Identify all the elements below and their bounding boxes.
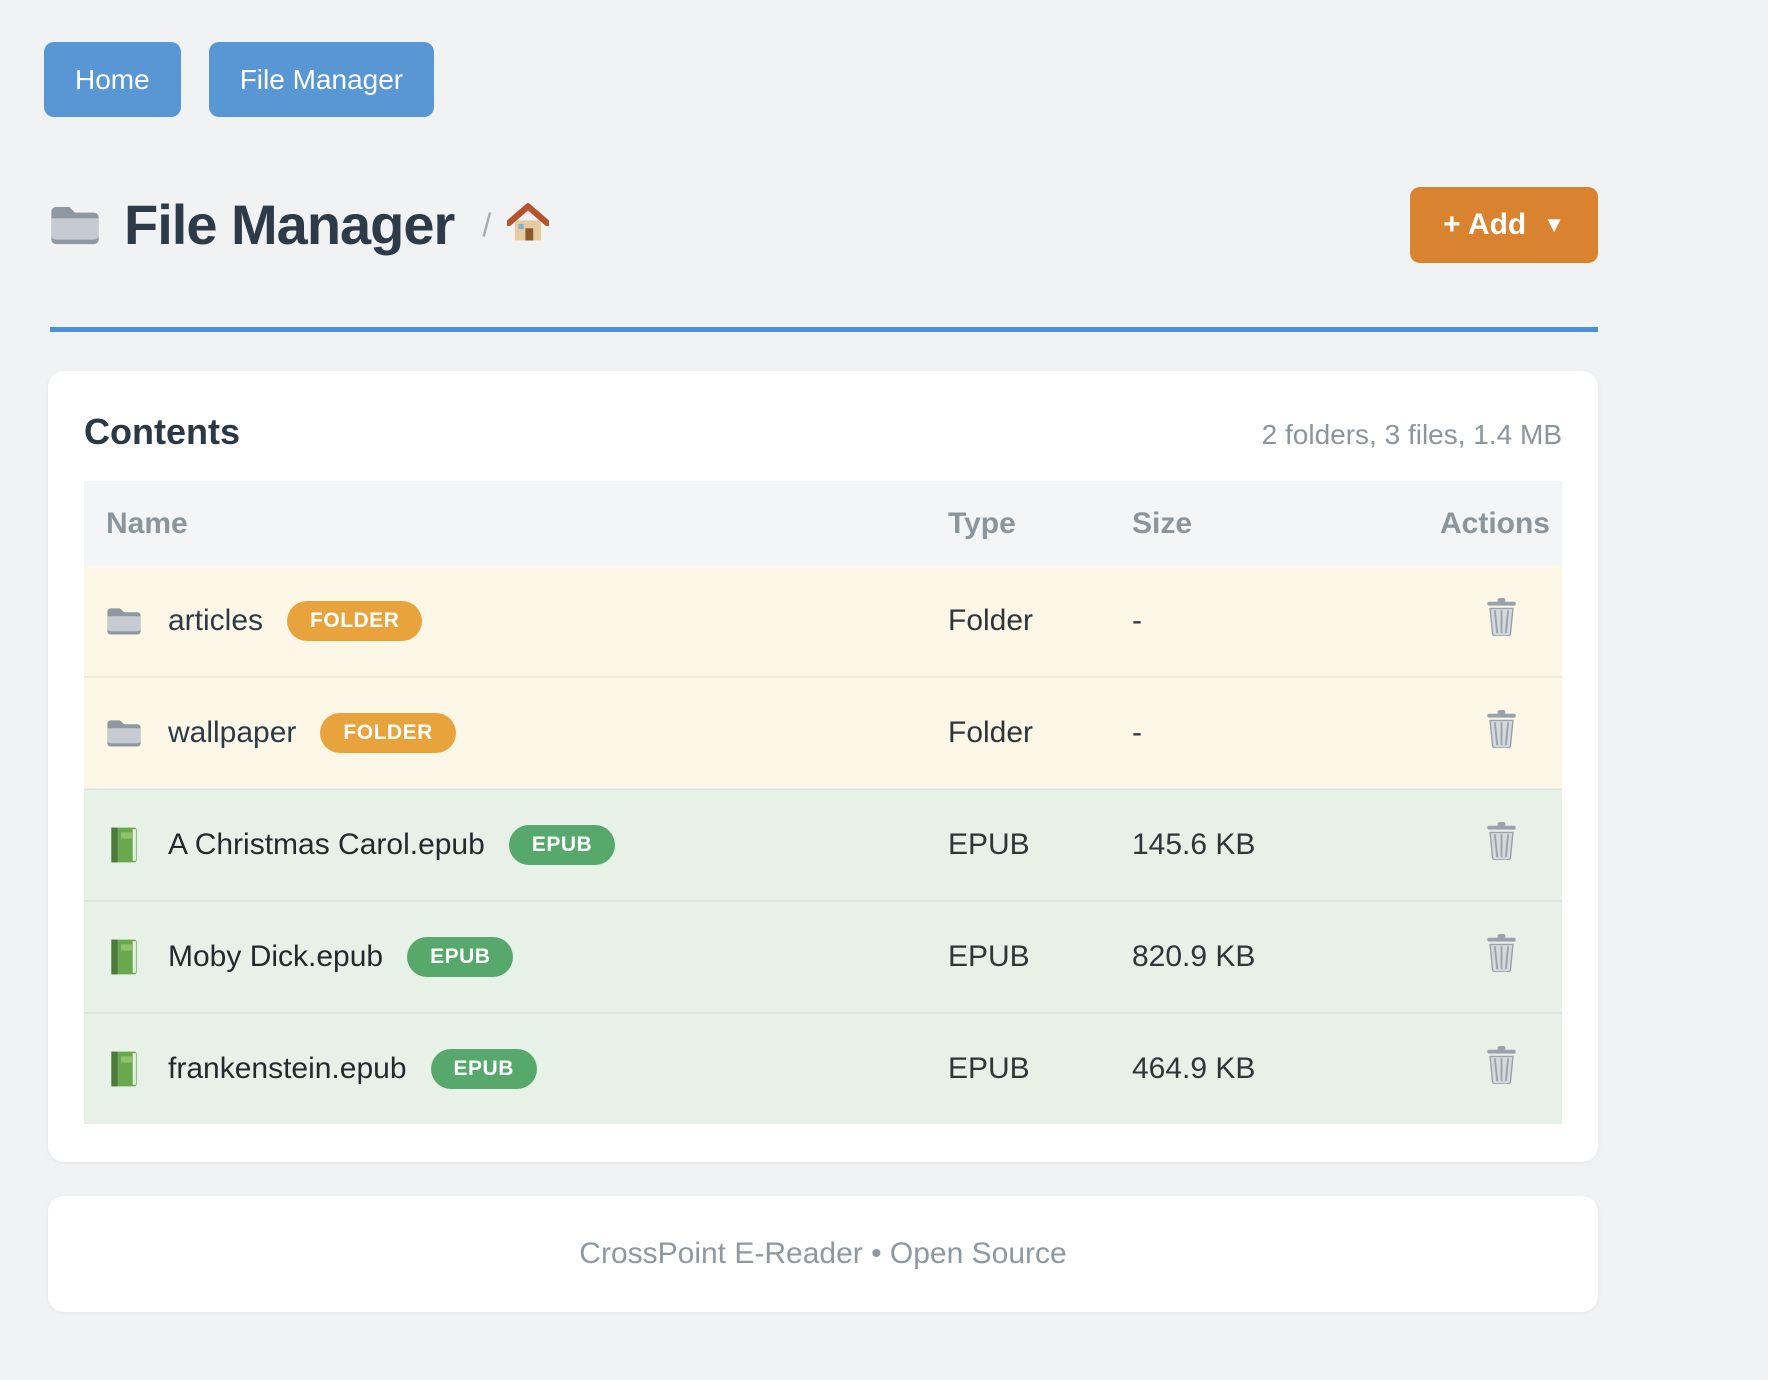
file-manager-nav-button[interactable]: File Manager	[209, 42, 434, 117]
contents-title: Contents	[84, 411, 240, 453]
table-row: Moby Dick.epub EPUB EPUB 820.9 KB	[84, 901, 1562, 1013]
contents-card: Contents 2 folders, 3 files, 1.4 MB Name…	[48, 371, 1598, 1162]
breadcrumb: /	[482, 203, 549, 248]
column-header-type: Type	[948, 481, 1132, 566]
trash-icon	[1485, 736, 1518, 751]
type-cell: EPUB	[948, 1013, 1132, 1124]
column-header-actions: Actions	[1362, 481, 1562, 566]
table-row: frankenstein.epub EPUB EPUB 464.9 KB	[84, 1013, 1562, 1124]
column-header-name: Name	[84, 481, 948, 566]
contents-summary: 2 folders, 3 files, 1.4 MB	[1262, 419, 1562, 451]
folder-icon	[48, 202, 102, 248]
table-row: A Christmas Carol.epub EPUB EPUB 145.6 K…	[84, 789, 1562, 901]
accent-rule	[50, 327, 1598, 332]
chevron-down-icon: ▼	[1543, 212, 1565, 238]
page-title: File Manager	[124, 194, 454, 256]
size-cell: -	[1132, 566, 1362, 677]
delete-button[interactable]	[1485, 822, 1518, 860]
size-cell: 820.9 KB	[1132, 901, 1362, 1013]
size-cell: 145.6 KB	[1132, 789, 1362, 901]
book-icon	[104, 938, 144, 976]
book-icon	[104, 1050, 144, 1088]
delete-button[interactable]	[1485, 598, 1518, 636]
type-cell: EPUB	[948, 901, 1132, 1013]
type-badge: FOLDER	[287, 601, 422, 641]
type-badge: EPUB	[407, 937, 513, 977]
file-table-body: articles FOLDER Folder -	[84, 566, 1562, 1124]
delete-button[interactable]	[1485, 1046, 1518, 1084]
type-badge: EPUB	[431, 1049, 537, 1089]
footer: CrossPoint E-Reader • Open Source	[48, 1196, 1598, 1312]
type-cell: Folder	[948, 566, 1132, 677]
table-row: wallpaper FOLDER Folder -	[84, 677, 1562, 789]
file-name[interactable]: wallpaper	[168, 716, 296, 750]
size-cell: -	[1132, 677, 1362, 789]
type-badge: FOLDER	[320, 713, 455, 753]
file-manager-page: Home File Manager File Manager /	[0, 0, 1768, 1380]
folder-icon	[104, 716, 144, 750]
table-row: articles FOLDER Folder -	[84, 566, 1562, 677]
add-button[interactable]: + Add ▼	[1410, 187, 1598, 263]
folder-icon	[104, 604, 144, 638]
file-name[interactable]: A Christmas Carol.epub	[168, 828, 485, 862]
home-nav-button[interactable]: Home	[44, 42, 181, 117]
file-name[interactable]: Moby Dick.epub	[168, 940, 383, 974]
type-cell: EPUB	[948, 789, 1132, 901]
file-name[interactable]: articles	[168, 604, 263, 638]
file-table: Name Type Size Actions articles FOLDER F…	[84, 481, 1562, 1124]
add-button-label: + Add	[1443, 208, 1526, 242]
file-name[interactable]: frankenstein.epub	[168, 1052, 407, 1086]
trash-icon	[1485, 848, 1518, 863]
page-header: File Manager / + Add ▼	[48, 187, 1598, 263]
table-header-row: Name Type Size Actions	[84, 481, 1562, 566]
contents-card-header: Contents 2 folders, 3 files, 1.4 MB	[84, 411, 1562, 453]
top-nav: Home File Manager	[44, 42, 1768, 117]
type-badge: EPUB	[509, 825, 615, 865]
book-icon	[104, 826, 144, 864]
delete-button[interactable]	[1485, 934, 1518, 972]
delete-button[interactable]	[1485, 710, 1518, 748]
column-header-size: Size	[1132, 481, 1362, 566]
size-cell: 464.9 KB	[1132, 1013, 1362, 1124]
trash-icon	[1485, 960, 1518, 975]
trash-icon	[1485, 1072, 1518, 1087]
breadcrumb-separator: /	[482, 207, 491, 244]
trash-icon	[1485, 624, 1518, 639]
breadcrumb-home-link[interactable]	[507, 203, 549, 248]
type-cell: Folder	[948, 677, 1132, 789]
footer-text: CrossPoint E-Reader • Open Source	[579, 1237, 1066, 1271]
home-icon	[507, 203, 549, 248]
